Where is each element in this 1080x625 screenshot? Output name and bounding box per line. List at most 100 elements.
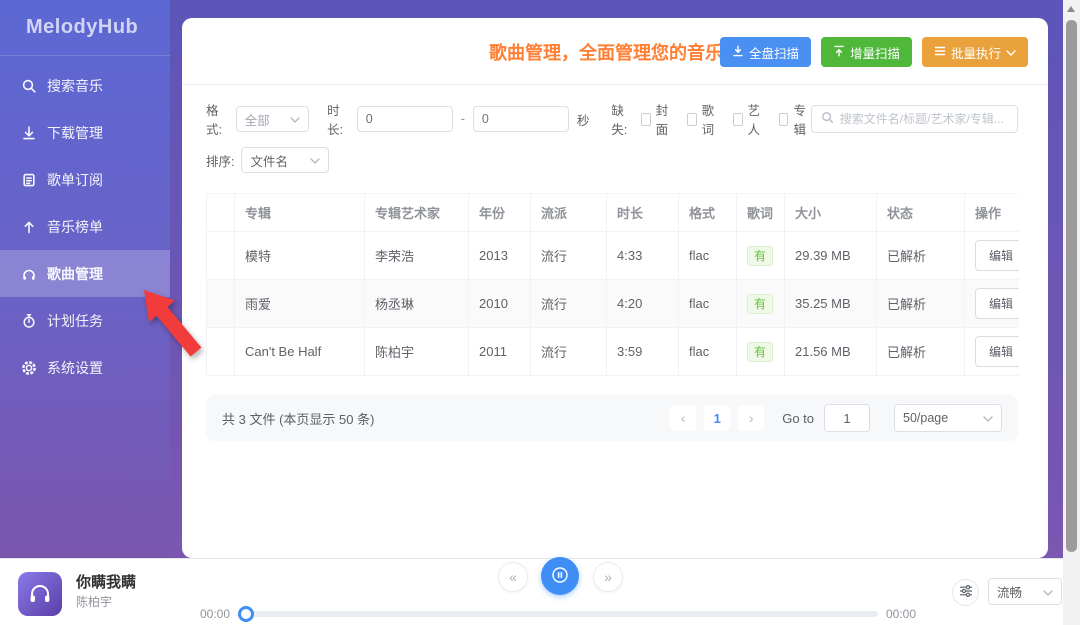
- cell-status: 已解析: [877, 232, 965, 280]
- sidebar-item-label: 计划任务: [47, 311, 103, 331]
- checkbox-icon: [641, 113, 651, 126]
- cell-year: 2010: [469, 280, 531, 328]
- panel-header: 歌曲管理，全面管理您的音乐库 全盘扫描 增量扫描 批量执行: [182, 18, 1048, 85]
- duration-max-input[interactable]: [473, 106, 569, 132]
- sidebar-item-playlist-subscriptions[interactable]: 歌单订阅: [0, 156, 170, 203]
- duration-unit: 秒: [577, 110, 590, 129]
- sidebar-item-label: 歌曲管理: [47, 264, 103, 284]
- chevron-down-icon: [983, 411, 993, 425]
- cell-genre: 流行: [531, 280, 607, 328]
- table-row[interactable]: Can't Be Half 陈柏宇 2011 流行 3:59 flac 有 21…: [207, 328, 1019, 376]
- filter-row-1: 格式: 全部 时长: - 秒 缺失: 封面: [206, 100, 1018, 138]
- col-year: 年份: [469, 194, 531, 232]
- scrollbar-up-arrow-icon[interactable]: [1067, 6, 1075, 12]
- sidebar-item-music-charts[interactable]: 音乐榜单: [0, 203, 170, 250]
- sliders-icon: [959, 584, 973, 601]
- checkbox-icon: [687, 113, 697, 126]
- next-track-button[interactable]: »: [593, 562, 623, 592]
- lyrics-badge: 有: [747, 342, 773, 362]
- sidebar-item-search-music[interactable]: 搜索音乐: [0, 62, 170, 109]
- missing-checkbox-group: 封面 歌词 艺人 专辑: [641, 100, 811, 138]
- pause-icon: [550, 565, 570, 588]
- cell-album: 模特: [235, 232, 365, 280]
- format-select[interactable]: 全部: [236, 106, 310, 132]
- col-album-artist: 专辑艺术家: [365, 194, 469, 232]
- sidebar-item-label: 搜索音乐: [47, 76, 103, 96]
- sidebar-item-downloads[interactable]: 下载管理: [0, 109, 170, 156]
- now-playing-title: 你瞒我瞒: [76, 571, 136, 592]
- now-playing-artist: 陈柏宇: [76, 593, 112, 610]
- cell-duration: 4:33: [607, 232, 679, 280]
- sidebar-item-label: 系统设置: [47, 358, 103, 378]
- download-icon: [21, 125, 37, 141]
- previous-track-button[interactable]: «: [498, 562, 528, 592]
- app-logo: MelodyHub: [0, 0, 170, 56]
- batch-execute-button[interactable]: 批量执行: [922, 37, 1028, 67]
- goto-page-input[interactable]: [824, 404, 870, 432]
- scan-upload-icon: [833, 45, 845, 60]
- vertical-scrollbar[interactable]: [1063, 0, 1080, 625]
- cell-size: 35.25 MB: [785, 280, 877, 328]
- red-pointer-arrow: [128, 268, 212, 364]
- duration-min-input[interactable]: [357, 106, 453, 132]
- progress-track[interactable]: [240, 611, 878, 617]
- stopwatch-icon: [21, 313, 37, 329]
- edit-button[interactable]: 编辑: [975, 288, 1019, 319]
- missing-label: 缺失:: [611, 100, 634, 138]
- edit-button[interactable]: 编辑: [975, 240, 1019, 271]
- album-art: [18, 572, 62, 616]
- cell-duration: 4:20: [607, 280, 679, 328]
- sidebar-item-label: 歌单订阅: [47, 170, 103, 190]
- gear-icon: [21, 360, 37, 376]
- page-size-select[interactable]: 50/page: [894, 404, 1002, 432]
- missing-artist-checkbox[interactable]: 艺人: [733, 100, 765, 138]
- cell-status: 已解析: [877, 328, 965, 376]
- headphones-icon: [21, 266, 37, 282]
- cell-duration: 3:59: [607, 328, 679, 376]
- cell-format: flac: [679, 280, 737, 328]
- cell-format: flac: [679, 232, 737, 280]
- col-duration: 时长: [607, 194, 679, 232]
- list-icon: [934, 45, 946, 60]
- full-scan-button[interactable]: 全盘扫描: [720, 37, 811, 67]
- search-input[interactable]: [840, 112, 1008, 126]
- goto-label: Go to: [782, 411, 814, 426]
- col-status: 状态: [877, 194, 965, 232]
- play-pause-button[interactable]: [541, 557, 579, 595]
- lyrics-badge: 有: [747, 246, 773, 266]
- sort-select[interactable]: 文件名: [241, 147, 329, 173]
- cell-album: 雨爱: [235, 280, 365, 328]
- chevron-down-icon: [1043, 585, 1053, 599]
- missing-cover-checkbox[interactable]: 封面: [641, 100, 673, 138]
- incremental-scan-button[interactable]: 增量扫描: [821, 37, 912, 67]
- cell-year: 2011: [469, 328, 531, 376]
- chevron-down-icon: [310, 153, 320, 167]
- quality-select[interactable]: 流畅: [988, 578, 1062, 605]
- arrow-up-icon: [21, 219, 37, 235]
- table-row[interactable]: 雨爱 杨丞琳 2010 流行 4:20 flac 有 35.25 MB 已解析 …: [207, 280, 1019, 328]
- missing-lyrics-checkbox[interactable]: 歌词: [687, 100, 719, 138]
- duration-separator: -: [461, 112, 465, 126]
- search-input-wrapper: [811, 105, 1018, 133]
- equalizer-button[interactable]: [952, 579, 979, 606]
- cell-year: 2013: [469, 232, 531, 280]
- col-expand: [207, 194, 235, 232]
- edit-button[interactable]: 编辑: [975, 336, 1019, 367]
- table-header-row: 专辑 专辑艺术家 年份 流派 时长 格式 歌词 大小 状态 操作: [207, 194, 1019, 232]
- table-row[interactable]: 模特 李荣浩 2013 流行 4:33 flac 有 29.39 MB 已解析 …: [207, 232, 1019, 280]
- checkbox-icon: [733, 113, 743, 126]
- next-page-button[interactable]: ›: [738, 405, 764, 431]
- progress-knob[interactable]: [238, 606, 254, 622]
- col-lyrics: 歌词: [737, 194, 785, 232]
- scrollbar-thumb[interactable]: [1066, 20, 1077, 552]
- prev-page-button[interactable]: ‹: [670, 405, 696, 431]
- missing-album-checkbox[interactable]: 专辑: [779, 100, 811, 138]
- header-actions: 全盘扫描 增量扫描 批量执行: [720, 37, 1028, 67]
- pagination-controls: ‹ 1 › Go to 50/page: [662, 404, 1002, 432]
- col-actions: 操作: [965, 194, 1019, 232]
- page-number-1[interactable]: 1: [704, 405, 730, 431]
- cell-status: 已解析: [877, 280, 965, 328]
- headphones-icon: [27, 580, 53, 609]
- chevron-down-icon: [1006, 45, 1016, 59]
- cell-album-artist: 陈柏宇: [365, 328, 469, 376]
